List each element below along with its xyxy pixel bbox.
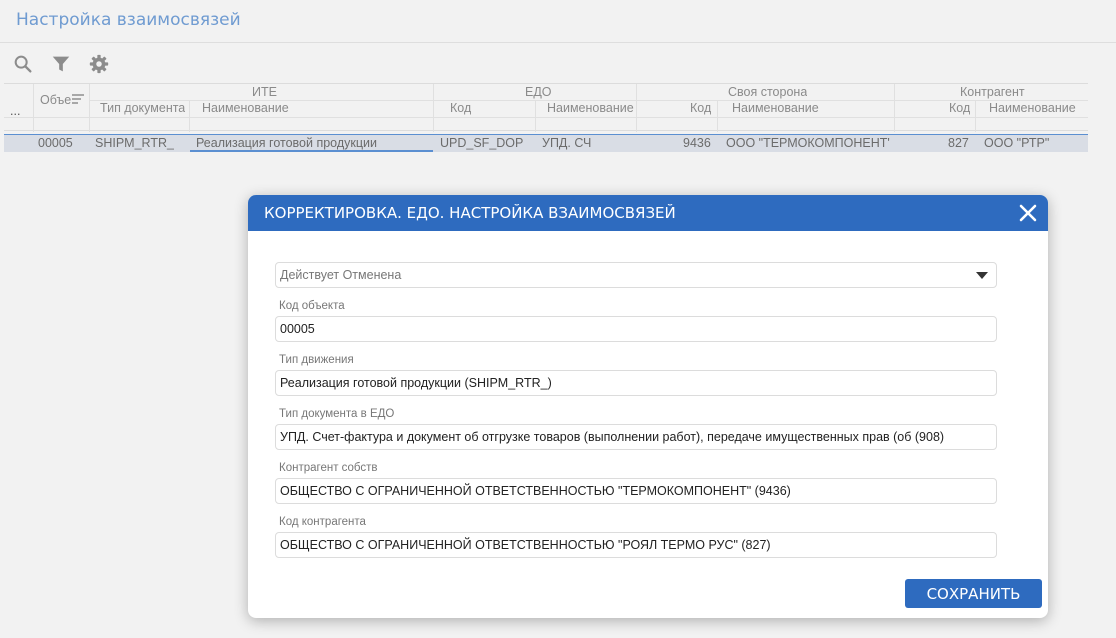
- dialog-title: КОРРЕКТИРОВКА. ЕДО. НАСТРОЙКА ВЗАИМОСВЯЗ…: [264, 204, 676, 222]
- divider: [433, 84, 434, 132]
- cell-cp-code: 827: [948, 136, 969, 150]
- divider: [717, 100, 718, 132]
- divider: [535, 100, 536, 132]
- gear-icon[interactable]: [86, 51, 112, 77]
- status-select-value: Действует Отменена: [280, 268, 402, 282]
- filter-icon[interactable]: [48, 51, 74, 77]
- counterparty-code-field[interactable]: ОБЩЕСТВО С ОГРАНИЧЕННОЙ ОТВЕТСТВЕННОСТЬЮ…: [275, 532, 997, 558]
- table-row[interactable]: 00005 SHIPM_RTR_ Реализация готовой прод…: [4, 134, 1088, 152]
- group-own-side: Своя сторона: [728, 85, 808, 99]
- cell-object: 00005: [38, 136, 73, 150]
- group-counterparty: Контрагент: [960, 85, 1025, 99]
- grid-header: ИТЕ ЕДО Своя сторона Контрагент ... Объе…: [4, 83, 1088, 132]
- movement-type-field[interactable]: Реализация готовой продукции (SHIPM_RTR_…: [275, 370, 997, 396]
- cell-cp-name: ООО "РТР": [984, 136, 1050, 150]
- column-ite-name[interactable]: Наименование: [202, 101, 289, 115]
- cell-edo-code: UPD_SF_DOP: [440, 136, 524, 150]
- toolbar: [10, 50, 112, 78]
- sort-icon[interactable]: [71, 93, 85, 108]
- edo-doc-type-label: Тип документа в ЕДО: [279, 408, 395, 420]
- group-edo: ЕДО: [525, 85, 552, 99]
- group-ite: ИТЕ: [252, 85, 277, 99]
- search-icon[interactable]: [10, 51, 36, 77]
- dialog-header: КОРРЕКТИРОВКА. ЕДО. НАСТРОЙКА ВЗАИМОСВЯЗ…: [248, 195, 1048, 231]
- edit-dialog: КОРРЕКТИРОВКА. ЕДО. НАСТРОЙКА ВЗАИМОСВЯЗ…: [248, 195, 1048, 618]
- divider: [33, 84, 34, 132]
- cell-own-name: ООО "ТЕРМОКОМПОНЕНТ': [726, 136, 890, 150]
- edo-doc-type-field[interactable]: УПД. Счет-фактура и документ об отгрузке…: [275, 424, 997, 450]
- cell-edo-name: УПД. СЧ: [542, 136, 592, 150]
- page-title: Настройка взаимосвязей: [16, 10, 241, 30]
- divider: [636, 84, 637, 132]
- object-code-label: Код объекта: [279, 300, 345, 312]
- save-button[interactable]: СОХРАНИТЬ: [905, 579, 1042, 608]
- column-cp-code[interactable]: Код: [949, 101, 970, 115]
- column-edo-code[interactable]: Код: [450, 101, 471, 115]
- cell-ite-name[interactable]: Реализация готовой продукции: [190, 136, 433, 152]
- column-cp-name[interactable]: Наименование: [989, 101, 1076, 115]
- own-counterparty-field[interactable]: ОБЩЕСТВО С ОГРАНИЧЕННОЙ ОТВЕТСТВЕННОСТЬЮ…: [275, 478, 997, 504]
- data-grid: ИТЕ ЕДО Своя сторона Контрагент ... Объе…: [4, 83, 1088, 152]
- divider: [189, 100, 190, 132]
- cell-own-code: 9436: [683, 136, 711, 150]
- divider: [0, 42, 1116, 43]
- column-own-code[interactable]: Код: [690, 101, 711, 115]
- close-icon[interactable]: [1016, 201, 1040, 225]
- column-own-name[interactable]: Наименование: [732, 101, 819, 115]
- divider: [4, 117, 1088, 118]
- more-columns-button[interactable]: ...: [10, 104, 20, 118]
- divider: [89, 84, 90, 132]
- divider: [894, 84, 895, 132]
- column-edo-name[interactable]: Наименование: [547, 101, 634, 115]
- own-counterparty-label: Контрагент собств: [279, 462, 378, 474]
- divider: [975, 100, 976, 132]
- counterparty-code-label: Код контрагента: [279, 516, 366, 528]
- status-select[interactable]: Действует Отменена: [275, 262, 997, 288]
- column-object[interactable]: Объе: [40, 93, 72, 107]
- chevron-down-icon[interactable]: [976, 272, 988, 279]
- object-code-field[interactable]: 00005: [275, 316, 997, 342]
- movement-type-label: Тип движения: [279, 354, 354, 366]
- column-doc-type[interactable]: Тип документа: [100, 101, 185, 115]
- cell-doc-type: SHIPM_RTR_: [95, 136, 174, 150]
